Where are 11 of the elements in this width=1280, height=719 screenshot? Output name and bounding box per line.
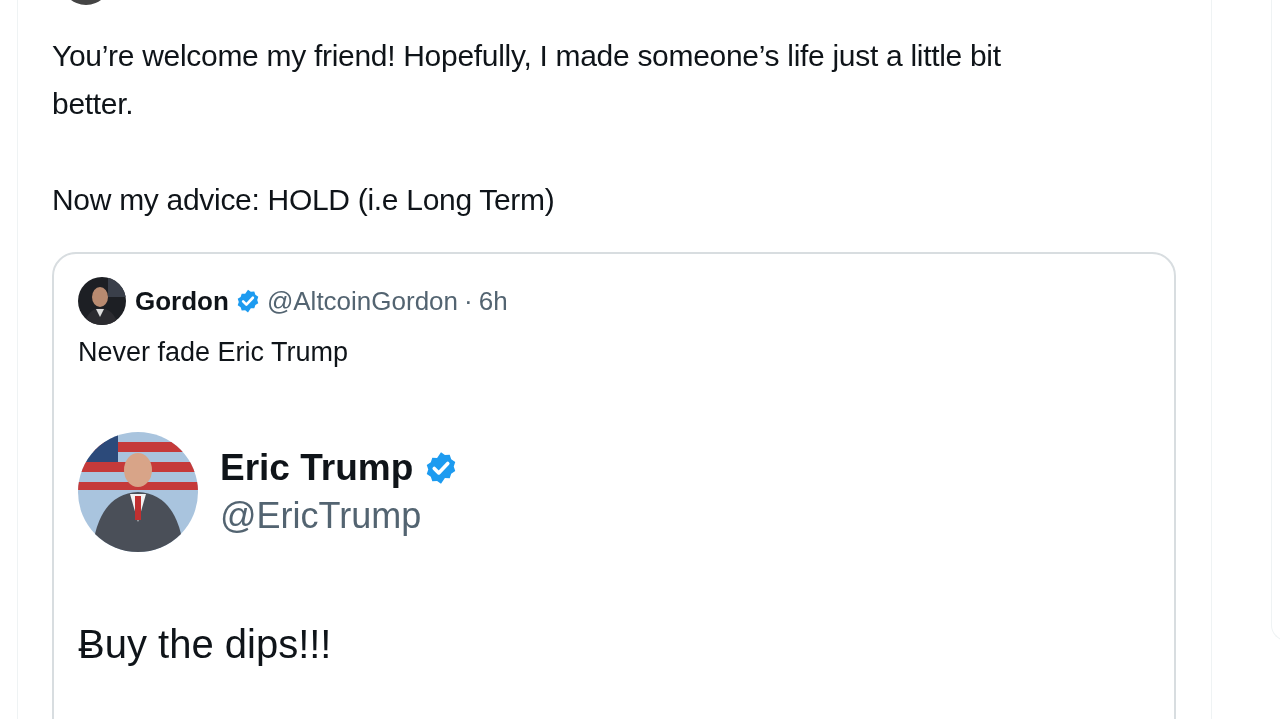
embedded-post-text: Ƀuy the dips!!! bbox=[78, 622, 333, 667]
quoted-post[interactable]: Gordon @AltcoinGordon · 6h Never fade Eric Trump Eric Trump @EricTrump Ƀuy the dips!!! bbox=[52, 252, 1176, 719]
quoted-text: Never fade Eric Trump bbox=[78, 336, 350, 369]
post-time[interactable]: 6h bbox=[478, 285, 508, 317]
author-name[interactable]: Gordon bbox=[135, 285, 229, 317]
post-text: You’re welcome my friend! Hopefully, I made someone’s life just a little bit better. bbox=[52, 38, 1002, 122]
author-name: Eric Trump bbox=[220, 447, 414, 489]
post-text: Now my advice: HOLD (i.e Long Term) bbox=[52, 182, 556, 218]
author-handle[interactable]: @AltcoinGordon bbox=[266, 285, 459, 317]
separator: · bbox=[464, 285, 473, 317]
author-handle: @EricTrump bbox=[220, 495, 423, 537]
